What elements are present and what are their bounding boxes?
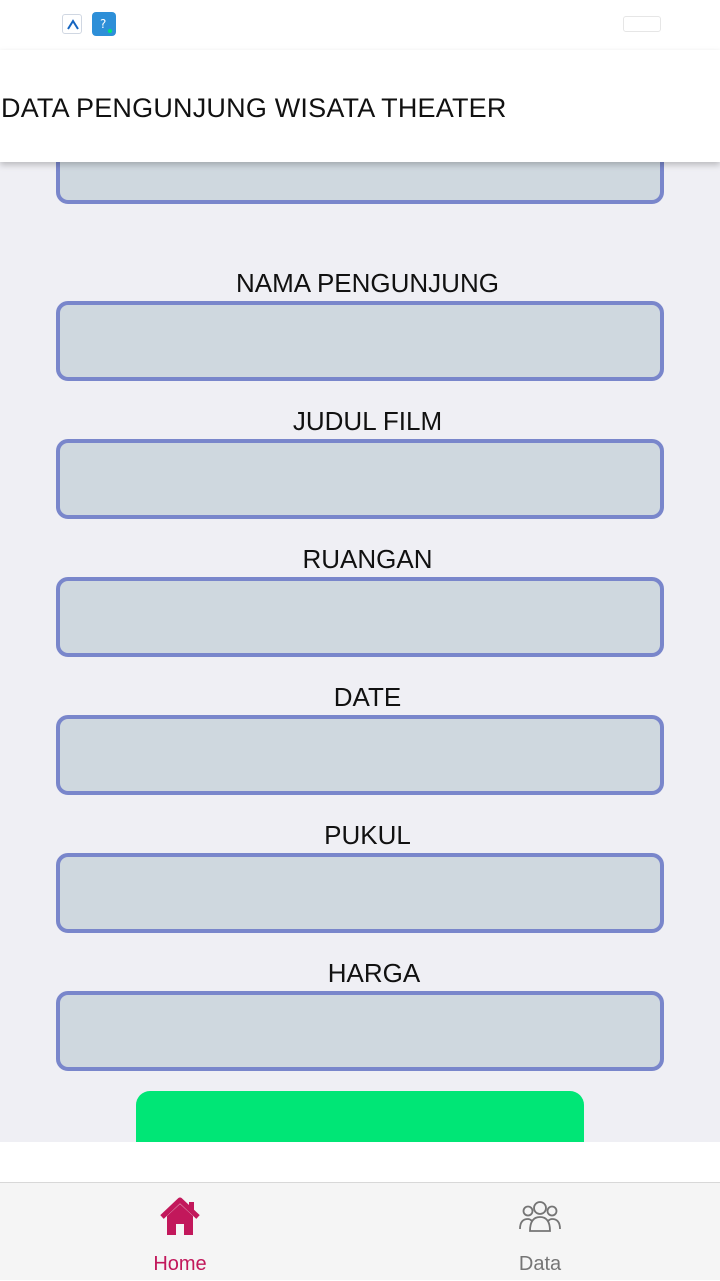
page-title: DATA PENGUNJUNG WISATA THEATER bbox=[1, 93, 507, 123]
app-bar: DATA PENGUNJUNG WISATA THEATER bbox=[0, 50, 720, 162]
field-label-harga: HARGA bbox=[327, 958, 421, 988]
date-field[interactable] bbox=[56, 715, 664, 795]
pukul-field[interactable] bbox=[56, 853, 664, 933]
status-bar: ? bbox=[0, 0, 720, 50]
people-icon bbox=[518, 1195, 562, 1239]
field-label-nama-pengunjung: NAMA PENGUNJUNG bbox=[236, 268, 499, 298]
field-label-pukul: PUKUL bbox=[324, 820, 411, 850]
judul-film-input[interactable] bbox=[60, 443, 660, 515]
nama-pengunjung-input[interactable] bbox=[60, 305, 660, 377]
svg-text:?: ? bbox=[100, 17, 106, 31]
app-notification-icon bbox=[62, 14, 82, 34]
help-notification-icon: ? bbox=[92, 12, 116, 36]
harga-field[interactable] bbox=[56, 991, 664, 1071]
scrolled-field-input[interactable] bbox=[56, 162, 664, 204]
date-input[interactable] bbox=[60, 719, 660, 791]
nav-label-data: Data bbox=[518, 1253, 562, 1275]
ruangan-field[interactable] bbox=[56, 577, 664, 657]
field-label-judul-film: JUDUL FILM bbox=[292, 406, 443, 436]
form-scroll-area[interactable]: NAMA PENGUNJUNG JUDUL FILM RUANGAN DATE … bbox=[0, 162, 720, 1142]
home-icon bbox=[158, 1195, 202, 1239]
battery-icon bbox=[623, 16, 661, 32]
nama-pengunjung-field[interactable] bbox=[56, 301, 664, 381]
judul-film-field[interactable] bbox=[56, 439, 664, 519]
pukul-input[interactable] bbox=[60, 857, 660, 929]
ruangan-input[interactable] bbox=[60, 581, 660, 653]
field-label-ruangan: RUANGAN bbox=[302, 544, 433, 574]
scrolled-text-field[interactable] bbox=[60, 162, 660, 200]
bottom-navigation: Home Data bbox=[0, 1182, 720, 1280]
nav-label-home: Home bbox=[153, 1253, 207, 1275]
nav-item-data[interactable]: Data bbox=[360, 1183, 720, 1281]
nav-item-home[interactable]: Home bbox=[0, 1183, 360, 1281]
input-submit-button[interactable]: Input bbox=[136, 1091, 584, 1142]
field-label-date: DATE bbox=[333, 682, 402, 712]
harga-input[interactable] bbox=[60, 995, 660, 1067]
